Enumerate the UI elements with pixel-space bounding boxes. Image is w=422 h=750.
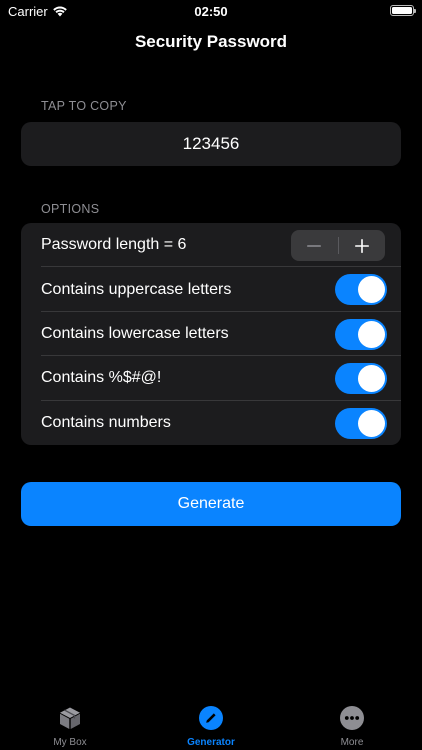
tab-generator[interactable]: Generator bbox=[141, 700, 281, 750]
numbers-label: Contains numbers bbox=[41, 413, 171, 431]
battery-icon bbox=[390, 5, 416, 16]
options-section-label: OPTIONS bbox=[41, 202, 100, 216]
minus-icon bbox=[307, 244, 322, 247]
options-card: Password length = 6 Contains uppercase l… bbox=[21, 223, 401, 445]
clock: 02:50 bbox=[194, 4, 228, 19]
status-bar: Carrier 02:50 bbox=[0, 0, 422, 24]
tab-more-label: More bbox=[340, 737, 364, 748]
password-value: 123456 bbox=[182, 134, 240, 153]
increment-button[interactable] bbox=[338, 230, 385, 261]
uppercase-row: Contains uppercase letters bbox=[21, 267, 401, 312]
lowercase-label: Contains lowercase letters bbox=[41, 324, 229, 342]
password-copy-field[interactable]: 123456 bbox=[21, 122, 401, 166]
symbols-toggle[interactable] bbox=[335, 363, 387, 395]
page-title: Security Password bbox=[134, 32, 288, 51]
numbers-row: Contains numbers bbox=[21, 401, 401, 445]
generate-button[interactable]: Generate bbox=[21, 482, 401, 526]
numbers-toggle[interactable] bbox=[335, 407, 387, 439]
lowercase-toggle[interactable] bbox=[335, 318, 387, 350]
decrement-button[interactable] bbox=[291, 230, 338, 261]
tab-my-box[interactable]: My Box bbox=[0, 700, 140, 750]
tab-my-box-label: My Box bbox=[53, 737, 87, 748]
toggle-knob bbox=[358, 276, 385, 304]
lowercase-row: Contains lowercase letters bbox=[21, 312, 401, 357]
symbols-row: Contains %$#@! bbox=[21, 356, 401, 401]
copy-section-label: TAP TO COPY bbox=[41, 99, 127, 113]
toggle-knob bbox=[358, 320, 385, 348]
uppercase-toggle[interactable] bbox=[335, 274, 387, 306]
password-length-stepper[interactable] bbox=[291, 230, 385, 261]
tab-bar: My Box Generator More bbox=[0, 700, 422, 750]
password-length-row: Password length = 6 bbox=[21, 223, 401, 268]
tab-more[interactable]: More bbox=[282, 700, 422, 750]
more-icon bbox=[340, 706, 364, 730]
plus-icon bbox=[354, 238, 369, 253]
toggle-knob bbox=[358, 365, 385, 393]
symbols-label: Contains %$#@! bbox=[41, 369, 162, 387]
uppercase-label: Contains uppercase letters bbox=[41, 280, 232, 298]
toggle-knob bbox=[358, 409, 385, 437]
pencil-icon bbox=[199, 706, 223, 730]
tab-generator-label: Generator bbox=[187, 737, 235, 748]
box-icon bbox=[60, 707, 80, 729]
password-length-label: Password length = 6 bbox=[41, 236, 187, 254]
